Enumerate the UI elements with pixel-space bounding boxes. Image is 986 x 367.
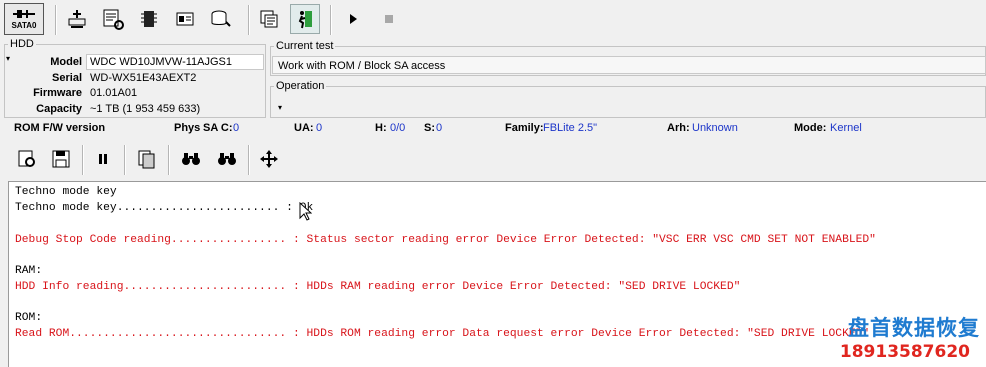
toolbar-separator <box>330 5 332 35</box>
serial-value: WD-WX51E43AEXT2 <box>90 72 197 84</box>
hdd-tools-button[interactable] <box>62 4 92 34</box>
status-bar: ROM F/W version Phys SA C: 0 UA: 0 H: 0/… <box>0 120 986 138</box>
arh-label: Arh: <box>667 122 690 134</box>
toolbar-separator <box>124 145 126 175</box>
log-line-error: HDD Info reading........................… <box>15 281 741 293</box>
main-toolbar: SATA0 <box>0 0 986 40</box>
sata0-label: SATA0 <box>11 21 37 30</box>
floppy-icon <box>52 150 70 168</box>
copy-button[interactable] <box>254 4 284 34</box>
toolbar-separator <box>55 5 57 35</box>
database-icon <box>211 10 231 27</box>
binoculars-icon <box>182 153 200 165</box>
mode-value: Kernel <box>830 122 862 134</box>
utilities-button[interactable] <box>98 4 128 34</box>
mouse-cursor-icon <box>299 202 312 221</box>
hdd-tools-icon <box>68 10 86 28</box>
h-value: 0/0 <box>390 122 406 134</box>
database-button[interactable] <box>206 4 236 34</box>
capacity-label: Capacity <box>36 103 82 115</box>
gear-page-icon <box>18 150 35 167</box>
toolbar-separator <box>248 145 250 175</box>
phys-label: Phys <box>174 122 201 134</box>
exit-icon <box>298 11 312 29</box>
family-label: Family: <box>505 122 544 134</box>
copy-log-button[interactable] <box>132 144 162 174</box>
log-line: Techno mode key........................ … <box>15 202 314 214</box>
sata0-port-button[interactable]: SATA0 <box>4 3 44 35</box>
operation-dropdown-arrow[interactable]: ▾ <box>278 103 282 112</box>
ua-label: UA: <box>294 122 314 134</box>
current-test-title: Current test <box>274 40 336 52</box>
sata-connector-icon <box>13 10 35 18</box>
stop-icon <box>385 15 393 23</box>
watermark-phone: 18913587620 <box>839 342 970 362</box>
toolbar-separator <box>248 5 250 35</box>
move-button[interactable] <box>254 144 284 174</box>
s-value: 0 <box>436 122 443 134</box>
play-icon <box>350 14 357 24</box>
stop-button[interactable] <box>374 4 404 34</box>
model-label: Model <box>50 56 82 68</box>
chip-button[interactable] <box>134 4 164 34</box>
toolbar-separator <box>168 145 170 175</box>
utilities-icon <box>103 9 124 30</box>
operation-title: Operation <box>274 80 327 92</box>
operation-group <box>270 86 986 118</box>
current-test-value: Work with ROM / Block SA access <box>278 60 446 72</box>
log-line-error: Debug Stop Code reading.................… <box>15 234 876 246</box>
serial-label: Serial <box>52 72 82 84</box>
ua-value: 0 <box>316 122 323 134</box>
run-button[interactable] <box>338 4 368 34</box>
firmware-value: 01.01A01 <box>90 87 138 99</box>
id-card-icon <box>176 12 194 26</box>
exit-button[interactable] <box>290 4 320 34</box>
find-next-button[interactable] <box>212 144 242 174</box>
log-line: ROM: <box>15 312 43 324</box>
sac-value: 0 <box>233 122 240 134</box>
pause-button[interactable] <box>88 144 118 174</box>
chip-icon <box>141 11 157 27</box>
h-label: H: <box>375 122 387 134</box>
log-line-error: Read ROM................................… <box>15 328 870 340</box>
log-output[interactable]: Techno mode key Techno mode key.........… <box>8 181 986 367</box>
capacity-value: ~1 TB (1 953 459 633) <box>90 103 201 115</box>
mode-label: Mode: <box>794 122 827 134</box>
model-value: WDC WD10JMVW-11AJGS1 <box>90 56 233 68</box>
save-button[interactable] <box>46 144 76 174</box>
sac-label: SA C: <box>203 122 233 134</box>
settings-button[interactable] <box>12 144 42 174</box>
pause-icon <box>99 154 107 164</box>
arh-value: Unknown <box>692 122 738 134</box>
log-line: Techno mode key <box>15 186 117 198</box>
log-toolbar <box>0 140 986 180</box>
copy-icon <box>260 10 278 28</box>
toolbar-separator <box>82 145 84 175</box>
log-line: RAM: <box>15 265 43 277</box>
find-button[interactable] <box>176 144 206 174</box>
copy-pages-icon <box>138 150 155 169</box>
hdd-group-title: HDD <box>8 38 36 50</box>
rom-fw-version-label: ROM F/W version <box>14 122 106 134</box>
binoculars-next-icon <box>218 153 236 165</box>
id-card-button[interactable] <box>170 4 200 34</box>
family-value: FBLite 2.5" <box>543 122 598 134</box>
s-label: S: <box>424 122 435 134</box>
watermark-company: 盘首数据恢复 <box>848 316 980 340</box>
move-arrows-icon <box>260 150 278 168</box>
firmware-label: Firmware <box>33 87 82 99</box>
